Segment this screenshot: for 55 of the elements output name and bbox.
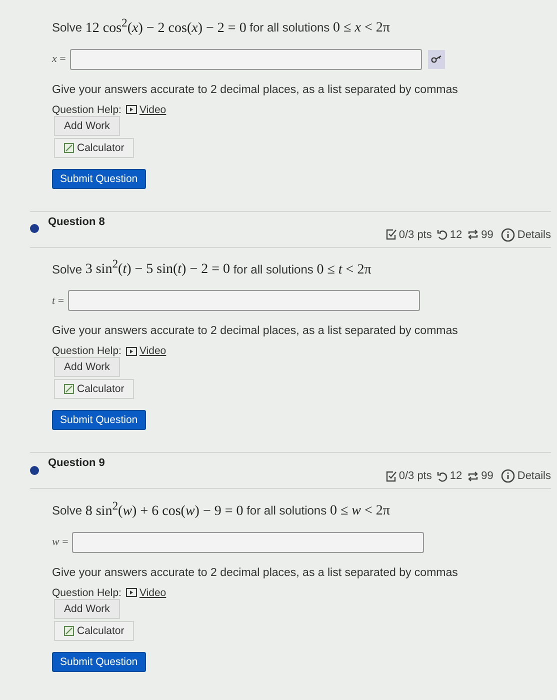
points-text: 0/3 pts [398,228,432,241]
help-label: Question Help: [52,345,122,358]
video-link[interactable]: Video [139,586,166,599]
question-text: Solve 8 sin$^{2}$(w) + 6 cos(w) − 9 = 0 for all solutions 0 ≤ w < 2π [52,499,390,520]
question-title: Question 8 [48,216,105,228]
points-text: 0/3 pts [398,470,432,482]
video-icon [126,105,138,114]
calculator-button[interactable]: Calculator [54,138,134,158]
retries-count: 12 [450,470,462,482]
status-dot [30,224,39,234]
details-link[interactable]: Details [517,470,551,482]
calculator-icon [64,142,74,153]
answer-field[interactable] [68,290,420,312]
submit-button[interactable]: Submit Question [52,652,146,672]
details-link[interactable]: Details [517,228,551,241]
question-text: Solve 12 cos$^{2}$(x) − 2 cos(x) − 2 = 0 for all solutions 0 ≤ x < 2π [52,16,390,37]
submit-button[interactable]: Submit Question [52,168,146,189]
repeat-icon [467,229,480,240]
checkbox-icon [386,229,397,240]
key-icon [430,55,442,64]
video-link[interactable]: Video [139,104,166,116]
instruction-text: Give your answers accurate to 2 decimal places, as a list separated by commas [52,84,458,96]
question-title: Question 9 [48,457,105,470]
checkbox-icon [386,470,397,482]
submit-button[interactable]: Submit Question [52,410,146,430]
undo-icon [436,229,448,240]
instruction-text: Give your answers accurate to 2 decimal places, as a list separated by commas [52,566,458,579]
instruction-text: Give your answers accurate to 2 decimal places, as a list separated by commas [52,325,458,338]
add-work-button[interactable]: Add Work [54,116,120,136]
video-icon [126,588,138,598]
attempts-count: 99 [481,228,494,241]
attempts-count: 99 [481,470,494,482]
calculator-icon [64,384,74,394]
answer-label: t = [52,294,64,307]
help-label: Question Help: [52,104,122,116]
calculator-icon [64,626,74,636]
answer-label: x = [52,53,66,66]
info-icon [501,469,516,484]
calculator-button[interactable]: Calculator [54,620,134,641]
repeat-icon [467,470,480,482]
add-work-button[interactable]: Add Work [54,598,120,619]
answer-field[interactable] [70,48,422,70]
preview-button[interactable] [428,50,445,69]
info-icon [501,228,516,242]
answer-field[interactable] [72,532,424,553]
calculator-button[interactable]: Calculator [54,379,134,400]
question-text: Solve 3 sin$^{2}$(t) − 5 sin(t) − 2 = 0 for all solutions 0 ≤ t < 2π [52,258,372,278]
status-dot [30,466,39,475]
answer-label: w = [52,536,68,548]
retries-count: 12 [450,228,462,241]
undo-icon [436,470,448,482]
help-label: Question Help: [52,586,122,599]
video-link[interactable]: Video [139,345,166,358]
add-work-button[interactable]: Add Work [54,357,120,378]
video-icon [126,346,138,356]
